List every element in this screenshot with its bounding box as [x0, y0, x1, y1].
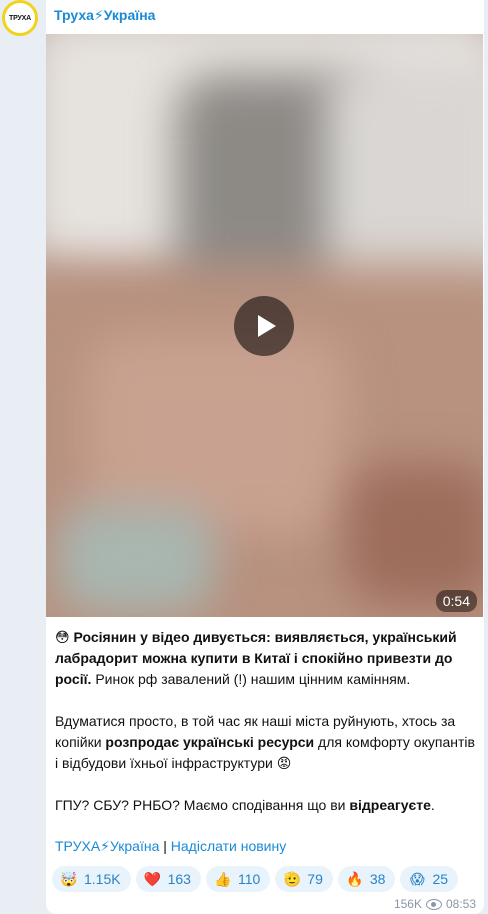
scream-icon: 😱 — [410, 870, 425, 887]
reaction-count: 25 — [432, 871, 449, 887]
reaction-count: 38 — [369, 871, 386, 887]
reaction-count: 110 — [237, 871, 261, 887]
footer-links: ТРУХА⚡Україна | Надіслати новину — [55, 838, 286, 855]
angry-emoji: 😡 — [276, 755, 292, 771]
play-button[interactable] — [234, 296, 294, 356]
reaction-count: 1.15K — [84, 871, 121, 887]
fire-icon: 🔥 — [346, 870, 364, 887]
send-news-link[interactable]: Надіслати новину — [171, 838, 286, 854]
video-player[interactable]: 0:54 — [46, 34, 483, 617]
eye-icon — [425, 898, 442, 910]
view-count: 156K — [393, 897, 422, 911]
channel-name[interactable]: Труха⚡Україна — [54, 7, 155, 24]
exploding-head-icon: 🤯 — [60, 870, 78, 887]
reaction-heart[interactable]: ❤️ 163 — [135, 866, 201, 892]
channel-avatar[interactable]: ТРУХА — [2, 0, 38, 36]
heart-icon: ❤️ — [143, 870, 162, 887]
link-separator: | — [163, 838, 167, 854]
salute-icon: 🫡 — [283, 870, 301, 887]
message-meta: 156K 08:53 — [394, 897, 476, 911]
post-paragraph-2-bold: розпродає українські ресурси — [105, 734, 315, 750]
reaction-scream[interactable]: 😱 25 — [400, 866, 459, 892]
avatar-text: ТРУХА — [9, 14, 31, 22]
reaction-count: 79 — [307, 871, 323, 887]
video-duration: 0:54 — [435, 590, 477, 612]
flushed-emoji: 😳 — [55, 629, 70, 645]
reaction-salute[interactable]: 🫡 79 — [275, 866, 333, 892]
reaction-fire[interactable]: 🔥 38 — [337, 866, 396, 892]
message-time: 08:53 — [445, 897, 476, 911]
post-text: 😳 Росіянин у відео дивується: виявляєтьс… — [55, 627, 479, 816]
reaction-exploding-head[interactable]: 🤯 1.15K — [52, 866, 131, 892]
post-paragraph-3a: ГПУ? СБУ? РНБО? Маємо сподівання що ви — [55, 797, 350, 813]
reactions-bar: 🤯 1.15K ❤️ 163 👍 110 🫡 79 🔥 38 😱 25 — [52, 866, 459, 892]
post-line: Ринок рф завалений (!) нашим цінним камі… — [95, 671, 411, 687]
reaction-count: 163 — [167, 871, 191, 887]
post-paragraph-3b: . — [430, 797, 435, 813]
message-bubble: Труха⚡Україна 0:54 😳 Росіянин у відео ди… — [46, 0, 484, 914]
post-paragraph-3-bold: відреагуєте — [349, 797, 431, 813]
play-icon — [257, 315, 276, 337]
thumbs-up-icon: 👍 — [214, 870, 232, 887]
reaction-thumbs-up[interactable]: 👍 110 — [205, 866, 271, 892]
channel-link[interactable]: ТРУХА⚡Україна — [55, 838, 159, 854]
